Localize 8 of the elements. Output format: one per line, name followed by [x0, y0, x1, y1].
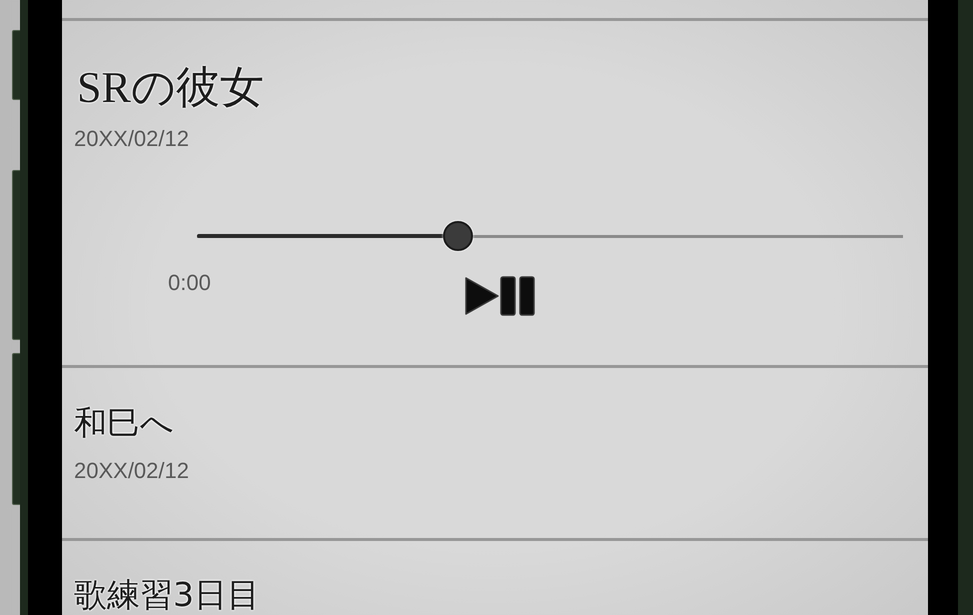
slider-thumb[interactable] [443, 221, 474, 251]
elapsed-time: 0:00 [168, 269, 211, 297]
memo-title: SRの彼女 [76, 63, 264, 113]
memo-date: 20XX/02/12 [74, 457, 189, 485]
memo-date: 20XX/02/12 [74, 125, 189, 153]
memo-title: 歌練習3日目 [74, 574, 260, 615]
memo-title: 和巳へ [74, 402, 174, 444]
play-pause-icon[interactable] [464, 276, 535, 316]
